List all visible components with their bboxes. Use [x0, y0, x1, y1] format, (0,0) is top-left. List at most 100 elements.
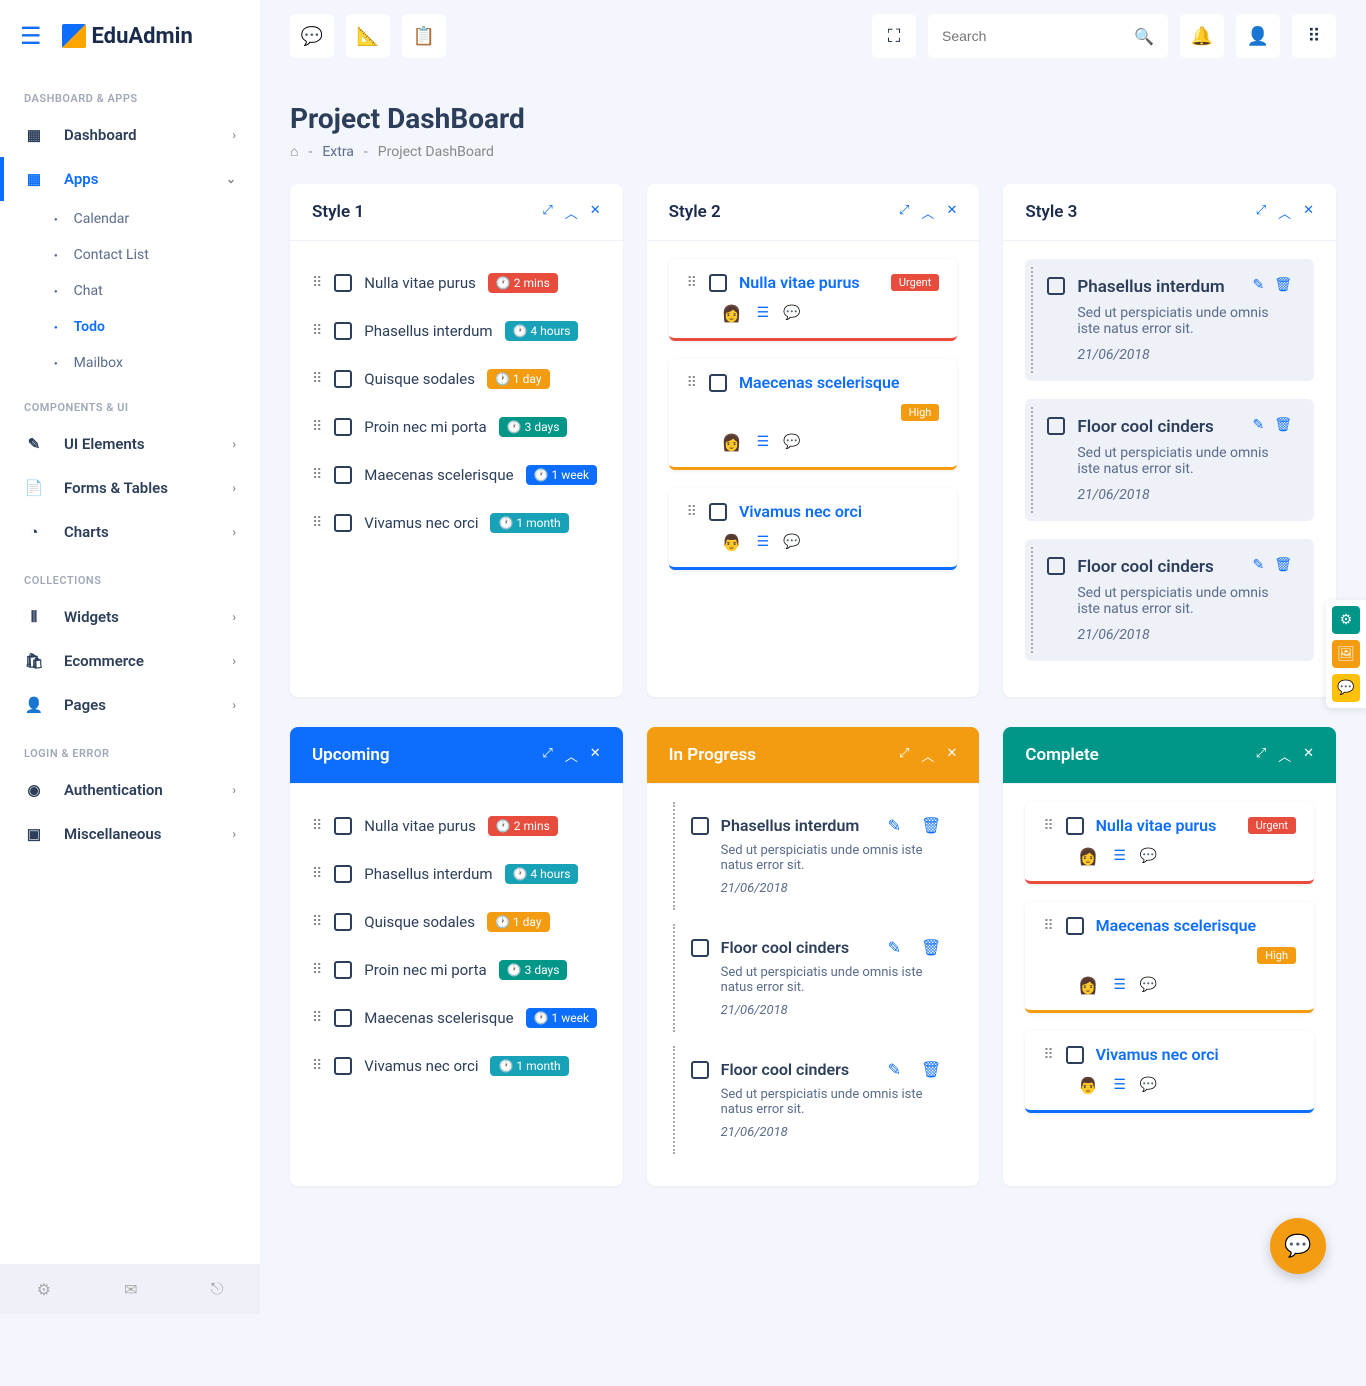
checkbox[interactable]: [334, 514, 352, 532]
collapse-icon[interactable]: ︿: [1278, 746, 1291, 765]
delete-icon[interactable]: 🗑: [1274, 417, 1292, 433]
drag-icon[interactable]: ⠿: [312, 371, 322, 387]
checkbox[interactable]: [1047, 557, 1065, 575]
checkbox[interactable]: [691, 817, 709, 835]
checkbox[interactable]: [709, 374, 727, 392]
collapse-icon[interactable]: ︿: [565, 746, 578, 765]
sub-calendar[interactable]: ●Calendar: [30, 201, 260, 237]
comment-icon[interactable]: 💬: [783, 434, 800, 450]
checkbox[interactable]: [1066, 1046, 1084, 1064]
comment-icon[interactable]: 💬: [1140, 1077, 1157, 1093]
checkbox[interactable]: [1066, 917, 1084, 935]
collapse-icon[interactable]: ︿: [565, 203, 578, 222]
checkbox[interactable]: [709, 274, 727, 292]
fab-chat-button[interactable]: 💬: [1270, 1218, 1326, 1274]
nav-forms[interactable]: 📄Forms & Tables›: [0, 466, 260, 510]
sub-contact[interactable]: ●Contact List: [30, 237, 260, 273]
close-icon[interactable]: ✕: [1303, 746, 1314, 765]
list-icon[interactable]: ☰: [757, 534, 770, 550]
nav-auth[interactable]: ◉Authentication›: [0, 768, 260, 812]
drag-icon[interactable]: ⠿: [312, 866, 322, 882]
clipboard-icon[interactable]: 📋: [402, 14, 446, 58]
drag-icon[interactable]: ⠿: [312, 419, 322, 435]
checkbox[interactable]: [334, 865, 352, 883]
close-icon[interactable]: ✕: [590, 746, 601, 765]
drag-icon[interactable]: ⠿: [312, 467, 322, 483]
comment-icon[interactable]: 💬: [783, 534, 800, 550]
drag-icon[interactable]: ⠿: [312, 323, 322, 339]
mail-icon[interactable]: ✉: [124, 1280, 137, 1299]
drag-icon[interactable]: ⠿: [312, 914, 322, 930]
ruler-icon[interactable]: 📐: [346, 14, 390, 58]
expand-icon[interactable]: ⤢: [542, 203, 552, 222]
nav-dashboard[interactable]: ▦Dashboard›: [0, 113, 260, 157]
bell-icon[interactable]: 🔔: [1180, 14, 1224, 58]
drag-icon[interactable]: ⠿: [687, 504, 697, 520]
search-icon[interactable]: 🔍: [1134, 27, 1154, 46]
delete-icon[interactable]: 🗑: [921, 938, 941, 957]
drag-icon[interactable]: ⠿: [1043, 1047, 1053, 1063]
sub-chat[interactable]: ●Chat: [30, 273, 260, 309]
drag-icon[interactable]: ⠿: [1043, 818, 1053, 834]
list-icon[interactable]: ☰: [1113, 977, 1126, 993]
expand-icon[interactable]: ⤢: [899, 203, 909, 222]
edit-icon[interactable]: ✎: [1253, 417, 1265, 433]
home-icon[interactable]: ⌂: [290, 143, 298, 160]
menu-toggle-icon[interactable]: ☰: [20, 22, 42, 50]
drag-icon[interactable]: ⠿: [687, 375, 697, 391]
search-input[interactable]: [942, 28, 1134, 44]
nav-ecommerce[interactable]: 🛍Ecommerce›: [0, 639, 260, 683]
edit-icon[interactable]: ✎: [1253, 277, 1265, 293]
comment-icon[interactable]: 💬: [783, 305, 800, 321]
list-icon[interactable]: ☰: [757, 434, 770, 450]
checkbox[interactable]: [334, 370, 352, 388]
comment-icon[interactable]: 💬: [1140, 977, 1157, 993]
drag-icon[interactable]: ⠿: [1043, 918, 1053, 934]
checkbox[interactable]: [334, 466, 352, 484]
edit-icon[interactable]: ✎: [888, 816, 901, 835]
tool-image-icon[interactable]: 🖼: [1332, 640, 1360, 668]
close-icon[interactable]: ✕: [590, 203, 601, 222]
nav-widgets[interactable]: ⫴Widgets›: [0, 595, 260, 639]
checkbox[interactable]: [334, 1057, 352, 1075]
list-icon[interactable]: ☰: [1113, 848, 1126, 864]
sub-mailbox[interactable]: ●Mailbox: [30, 345, 260, 381]
list-icon[interactable]: ☰: [1113, 1077, 1126, 1093]
close-icon[interactable]: ✕: [946, 746, 957, 765]
edit-icon[interactable]: ✎: [888, 1060, 901, 1079]
edit-icon[interactable]: ✎: [888, 938, 901, 957]
delete-icon[interactable]: 🗑: [1274, 277, 1292, 293]
checkbox[interactable]: [334, 418, 352, 436]
brand-logo[interactable]: EduAdmin: [62, 24, 193, 49]
tool-settings-icon[interactable]: ⚙: [1332, 606, 1360, 634]
checkbox[interactable]: [334, 961, 352, 979]
list-icon[interactable]: ☰: [757, 305, 770, 321]
checkbox[interactable]: [334, 913, 352, 931]
chat-dots-icon[interactable]: 💬: [290, 14, 334, 58]
expand-icon[interactable]: ⤢: [899, 746, 909, 765]
collapse-icon[interactable]: ︿: [1278, 203, 1291, 222]
checkbox[interactable]: [1066, 817, 1084, 835]
nav-ui[interactable]: ✎UI Elements›: [0, 422, 260, 466]
checkbox[interactable]: [709, 503, 727, 521]
delete-icon[interactable]: 🗑: [921, 816, 941, 835]
apps-grid-icon[interactable]: ⠿: [1292, 14, 1336, 58]
expand-icon[interactable]: ⤢: [542, 746, 552, 765]
sub-todo[interactable]: ●Todo: [30, 309, 260, 345]
tool-chat-icon[interactable]: 💬: [1332, 674, 1360, 702]
drag-icon[interactable]: ⠿: [312, 1010, 322, 1026]
checkbox[interactable]: [334, 274, 352, 292]
gear-icon[interactable]: ⚙: [37, 1280, 51, 1299]
checkbox[interactable]: [334, 1009, 352, 1027]
drag-icon[interactable]: ⠿: [312, 275, 322, 291]
drag-icon[interactable]: ⠿: [312, 818, 322, 834]
drag-icon[interactable]: ⠿: [687, 275, 697, 291]
edit-icon[interactable]: ✎: [1253, 557, 1265, 573]
user-icon[interactable]: 👤: [1236, 14, 1280, 58]
checkbox[interactable]: [691, 1061, 709, 1079]
delete-icon[interactable]: 🗑: [921, 1060, 941, 1079]
checkbox[interactable]: [334, 322, 352, 340]
delete-icon[interactable]: 🗑: [1274, 557, 1292, 573]
checkbox[interactable]: [691, 939, 709, 957]
fullscreen-icon[interactable]: ⛶: [872, 14, 916, 58]
